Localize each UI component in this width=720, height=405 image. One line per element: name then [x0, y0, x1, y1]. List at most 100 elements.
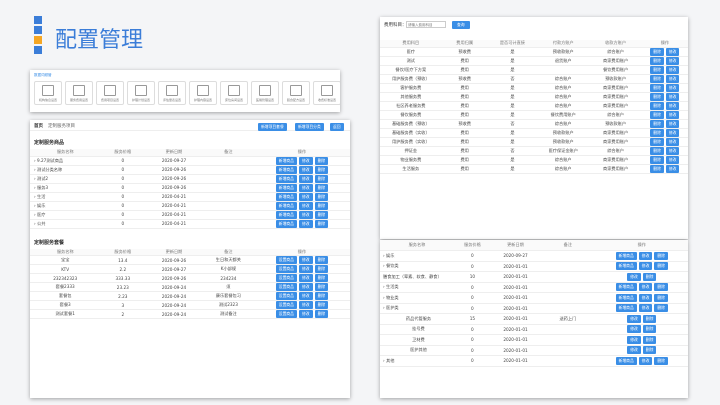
add-goods-button[interactable]: 新增商品 — [615, 304, 637, 313]
edit-button[interactable]: 修改 — [298, 265, 313, 273]
delete-button[interactable]: 删除 — [650, 164, 664, 172]
config-tile[interactable]: 费用项目设置 — [96, 81, 124, 105]
delete-button[interactable]: 删除 — [650, 137, 664, 145]
edit-button[interactable]: 修改 — [665, 110, 680, 118]
edit-button[interactable]: 修改 — [298, 183, 313, 191]
add-goods-button[interactable]: 新增商品 — [615, 356, 637, 365]
config-tile[interactable]: 服务费用设置 — [65, 81, 93, 105]
edit-button[interactable]: 修改 — [665, 146, 680, 154]
edit-button[interactable]: 修改 — [298, 274, 313, 282]
delete-button[interactable]: 删除 — [654, 356, 668, 365]
add-goods-button[interactable]: 新增商品 — [615, 262, 637, 271]
edit-button[interactable]: 修改 — [298, 301, 313, 309]
edit-button[interactable]: 修改 — [298, 201, 313, 209]
add-goods-button[interactable]: 新增商品 — [275, 201, 297, 209]
edit-button[interactable]: 修改 — [638, 283, 653, 292]
delete-button[interactable]: 删除 — [650, 146, 664, 154]
edit-button[interactable]: 修改 — [665, 101, 680, 109]
set-goods-button[interactable]: 设置商品 — [275, 256, 297, 264]
delete-button[interactable]: 删除 — [642, 346, 657, 355]
delete-button[interactable]: 删除 — [314, 183, 329, 191]
delete-button[interactable]: 删除 — [650, 56, 664, 64]
edit-button[interactable]: 修改 — [627, 272, 641, 281]
delete-button[interactable]: 删除 — [314, 156, 329, 164]
config-tile[interactable]: 机构信息设置 — [34, 81, 62, 105]
edit-button[interactable]: 修改 — [665, 164, 680, 172]
delete-button[interactable]: 删除 — [314, 310, 329, 318]
edit-button[interactable]: 修改 — [665, 47, 680, 55]
edit-button[interactable]: 修改 — [298, 174, 313, 182]
add-goods-button[interactable]: 新增商品 — [275, 192, 297, 200]
edit-button[interactable]: 修改 — [665, 128, 680, 136]
delete-button[interactable]: 删除 — [650, 119, 664, 127]
delete-button[interactable]: 删除 — [642, 325, 657, 334]
delete-button[interactable]: 删除 — [642, 335, 657, 344]
add-category-button[interactable]: 新增项目分类 — [295, 123, 324, 131]
delete-button[interactable]: 删除 — [650, 128, 664, 136]
edit-button[interactable]: 修改 — [665, 56, 680, 64]
edit-button[interactable]: 修改 — [298, 210, 313, 218]
set-goods-button[interactable]: 设置商品 — [275, 265, 297, 273]
add-goods-button[interactable]: 新增商品 — [275, 174, 297, 182]
delete-button[interactable]: 删除 — [654, 293, 668, 302]
edit-button[interactable]: 修改 — [298, 310, 313, 318]
delete-button[interactable]: 删除 — [314, 301, 329, 309]
add-package-button[interactable]: 新增项目套餐 — [258, 123, 287, 131]
add-goods-button[interactable]: 新增商品 — [275, 183, 297, 191]
delete-button[interactable]: 删除 — [314, 283, 329, 291]
edit-button[interactable]: 修改 — [298, 192, 313, 200]
edit-button[interactable]: 修改 — [638, 251, 653, 260]
edit-button[interactable]: 修改 — [665, 119, 680, 127]
config-tile[interactable]: 收费标准设置 — [313, 81, 340, 105]
delete-button[interactable]: 删除 — [642, 314, 657, 323]
edit-button[interactable]: 修改 — [298, 292, 313, 300]
search-button[interactable]: 查询 — [452, 21, 470, 29]
add-goods-button[interactable]: 新增商品 — [275, 219, 297, 227]
delete-button[interactable]: 删除 — [650, 74, 664, 82]
config-tile[interactable]: 评估量表设置 — [158, 81, 186, 105]
edit-button[interactable]: 修改 — [638, 304, 653, 313]
edit-button[interactable]: 修改 — [627, 346, 641, 355]
edit-button[interactable]: 修改 — [665, 137, 680, 145]
add-goods-button[interactable]: 新增商品 — [275, 156, 297, 164]
delete-button[interactable]: 删除 — [654, 262, 668, 271]
delete-button[interactable]: 删除 — [314, 292, 329, 300]
delete-button[interactable]: 删除 — [314, 274, 329, 282]
delete-button[interactable]: 删除 — [314, 256, 329, 264]
set-goods-button[interactable]: 设置商品 — [275, 310, 297, 318]
set-goods-button[interactable]: 设置商品 — [275, 274, 297, 282]
delete-button[interactable]: 删除 — [650, 101, 664, 109]
config-tile[interactable]: 膳食配方设置 — [282, 81, 310, 105]
delete-button[interactable]: 删除 — [650, 110, 664, 118]
edit-button[interactable]: 修改 — [638, 293, 653, 302]
delete-button[interactable]: 删除 — [654, 304, 668, 313]
edit-button[interactable]: 修改 — [627, 335, 641, 344]
delete-button[interactable]: 删除 — [314, 192, 329, 200]
edit-button[interactable]: 修改 — [298, 256, 313, 264]
config-tile[interactable]: 护理内容设置 — [189, 81, 217, 105]
delete-button[interactable]: 删除 — [642, 272, 657, 281]
edit-button[interactable]: 修改 — [298, 283, 313, 291]
delete-button[interactable]: 删除 — [650, 47, 664, 55]
set-goods-button[interactable]: 设置商品 — [275, 283, 297, 291]
delete-button[interactable]: 删除 — [314, 219, 329, 227]
delete-button[interactable]: 删除 — [650, 155, 664, 163]
delete-button[interactable]: 删除 — [314, 165, 329, 173]
edit-button[interactable]: 修改 — [298, 219, 313, 227]
delete-button[interactable]: 删除 — [314, 210, 329, 218]
set-goods-button[interactable]: 设置商品 — [275, 301, 297, 309]
delete-button[interactable]: 删除 — [650, 65, 664, 73]
config-tile[interactable]: 床位房间设置 — [220, 81, 248, 105]
edit-button[interactable]: 修改 — [665, 74, 680, 82]
delete-button[interactable]: 删除 — [650, 83, 664, 91]
add-goods-button[interactable]: 新增商品 — [275, 165, 297, 173]
config-tile[interactable]: 护理计划设置 — [127, 81, 155, 105]
edit-button[interactable]: 修改 — [627, 325, 641, 334]
edit-button[interactable]: 修改 — [665, 92, 680, 100]
delete-button[interactable]: 删除 — [650, 92, 664, 100]
edit-button[interactable]: 修改 — [627, 314, 641, 323]
edit-button[interactable]: 修改 — [638, 356, 653, 365]
add-goods-button[interactable]: 新增商品 — [615, 251, 637, 260]
delete-button[interactable]: 删除 — [314, 265, 329, 273]
delete-button[interactable]: 删除 — [314, 174, 329, 182]
